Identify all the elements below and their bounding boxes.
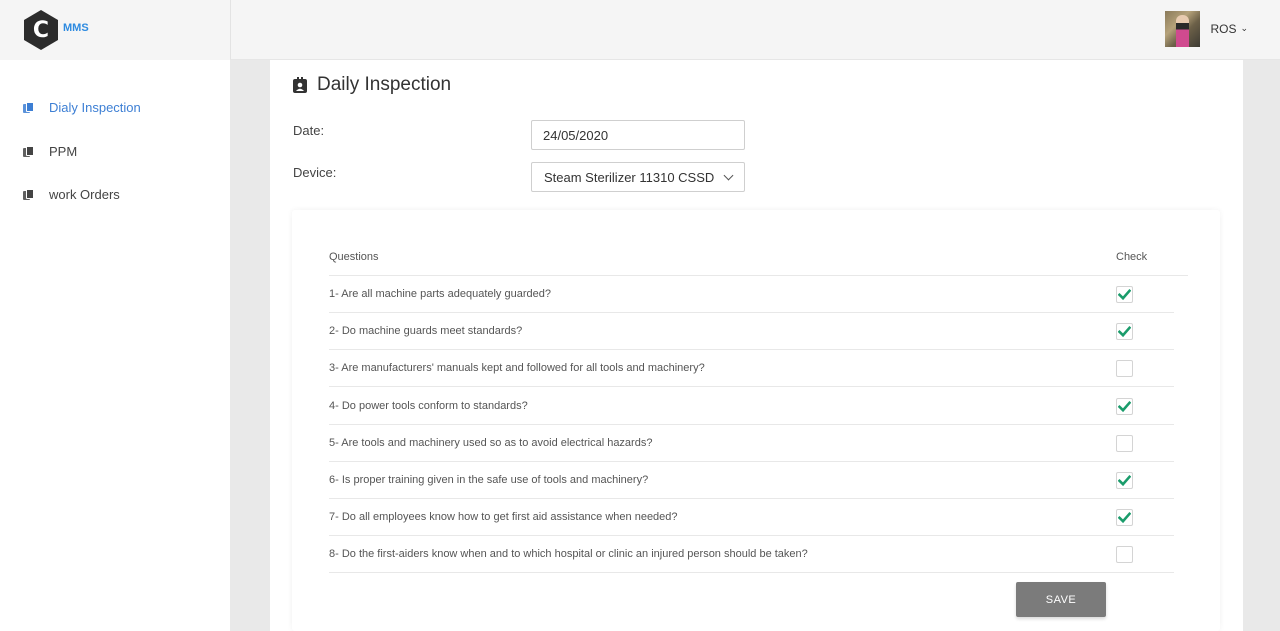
question-checkbox[interactable] <box>1116 286 1133 303</box>
save-button[interactable]: SAVE <box>1016 582 1106 617</box>
check-column-header: Check <box>1116 251 1148 263</box>
sidebar-item-label: Dialy Inspection <box>49 100 141 115</box>
table-header: Questions Check <box>329 251 1188 276</box>
questions-panel: Questions Check 1- Are all machine parts… <box>292 210 1220 631</box>
main-content: Daily Inspection Date: Device: Steam Ste… <box>270 60 1243 631</box>
logo-letter: C <box>32 17 50 43</box>
sidebar-item-label: work Orders <box>49 187 120 202</box>
page-title: Daily Inspection <box>292 74 451 96</box>
checkmark-icon <box>1118 326 1131 338</box>
page-title-text: Daily Inspection <box>317 74 452 95</box>
chevron-down-icon[interactable]: ⌄ <box>1240 24 1248 34</box>
table-row: 2- Do machine guards meet standards? <box>329 313 1174 351</box>
questions-column-header: Questions <box>329 251 379 263</box>
table-row: 8- Do the first-aiders know when and to … <box>329 536 1174 574</box>
copy-icon <box>23 145 34 158</box>
date-input[interactable] <box>531 120 745 150</box>
top-header: ROS ⌄ <box>230 0 1280 60</box>
checkmark-icon <box>1118 400 1131 412</box>
device-label: Device: <box>293 165 337 180</box>
question-checkbox[interactable] <box>1116 323 1133 341</box>
logo[interactable]: C MMS <box>0 0 230 60</box>
question-text: 6- Is proper training given in the safe … <box>329 474 649 486</box>
device-select[interactable]: Steam Sterilizer 11310 CSSD <box>531 162 745 192</box>
chevron-down-icon <box>723 170 734 181</box>
table-row: 7- Do all employees know how to get firs… <box>329 499 1174 537</box>
table-row: 3- Are manufacturers' manuals kept and f… <box>329 350 1174 388</box>
sidebar-item-work-orders[interactable]: work Orders <box>23 187 120 202</box>
question-text: 3- Are manufacturers' manuals kept and f… <box>329 362 705 375</box>
checkmark-icon <box>1118 288 1131 301</box>
contact-card-icon <box>292 76 308 94</box>
table-row: 5- Are tools and machinery used so as to… <box>329 425 1174 462</box>
logo-text: MMS <box>63 22 89 34</box>
question-checkbox[interactable] <box>1116 546 1133 564</box>
question-text: 7- Do all employees know how to get firs… <box>329 511 678 524</box>
copy-icon <box>23 188 34 201</box>
question-text: 8- Do the first-aiders know when and to … <box>329 548 808 561</box>
copy-icon <box>23 101 34 114</box>
question-text: 2- Do machine guards meet standards? <box>329 325 523 338</box>
question-checkbox[interactable] <box>1116 397 1133 415</box>
device-select-value: Steam Sterilizer 11310 CSSD <box>544 169 715 185</box>
sidebar-item-ppm[interactable]: PPM <box>23 144 77 159</box>
sidebar-item-daily-inspection[interactable]: Dialy Inspection <box>23 100 141 115</box>
user-menu[interactable]: ROS ⌄ <box>1165 11 1248 47</box>
table-row: 4- Do power tools conform to standards? <box>329 388 1174 425</box>
question-checkbox[interactable] <box>1116 509 1133 527</box>
question-text: 1- Are all machine parts adequately guar… <box>329 288 551 300</box>
checkmark-icon <box>1118 512 1131 524</box>
user-name[interactable]: ROS <box>1210 22 1236 36</box>
avatar[interactable] <box>1165 11 1201 47</box>
sidebar: Dialy Inspection PPM work Orders <box>0 60 230 631</box>
sidebar-item-label: PPM <box>49 144 78 159</box>
table-row: 1- Are all machine parts adequately guar… <box>329 276 1174 313</box>
checkmark-icon <box>1118 474 1131 487</box>
logo-hex-icon: C <box>22 9 60 51</box>
table-row: 6- Is proper training given in the safe … <box>329 462 1174 499</box>
question-checkbox[interactable] <box>1116 360 1133 378</box>
date-label: Date: <box>293 123 325 138</box>
question-checkbox[interactable] <box>1116 472 1133 489</box>
question-text: 5- Are tools and machinery used so as to… <box>329 436 653 449</box>
question-text: 4- Do power tools conform to standards? <box>329 399 528 412</box>
question-checkbox[interactable] <box>1116 434 1133 452</box>
